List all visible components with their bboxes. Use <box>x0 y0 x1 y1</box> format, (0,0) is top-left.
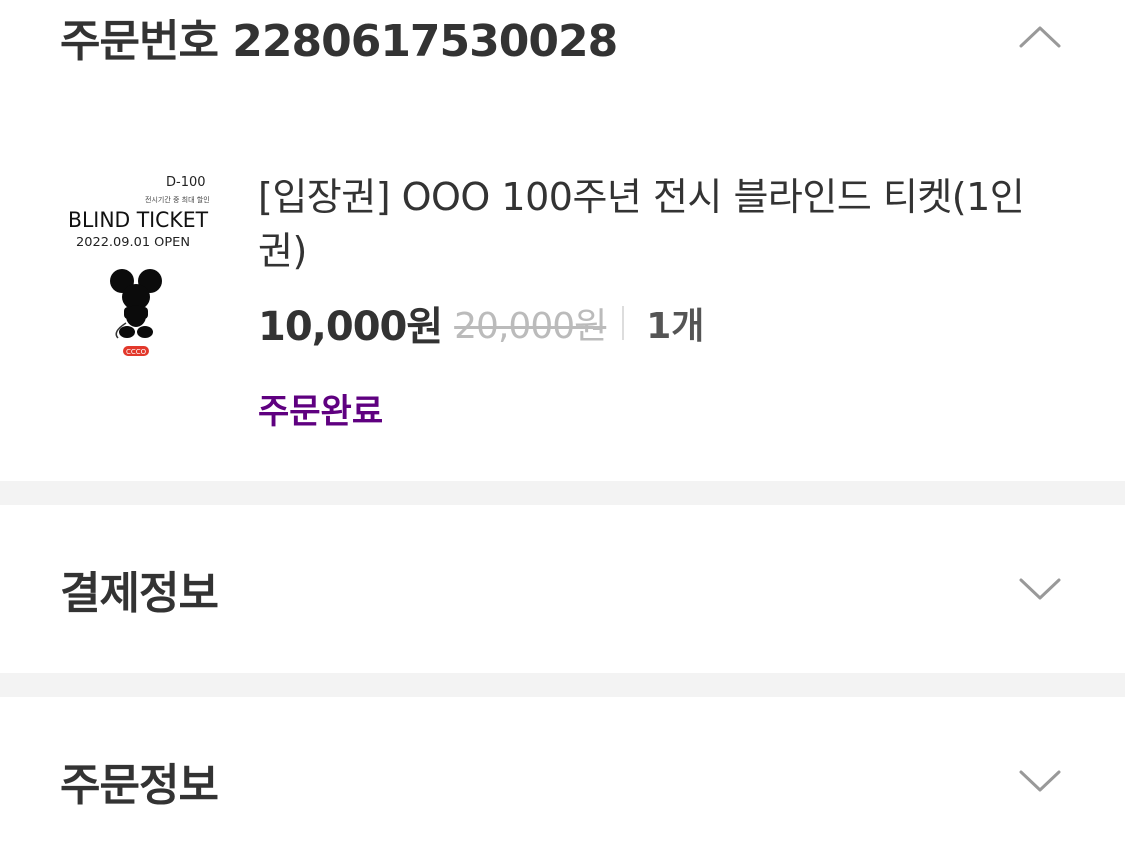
sale-price: 10,000원 <box>258 304 443 350</box>
order-detail-page: 주문번호 2280617530028 D-100 전시기간 중 최대 할인 BL… <box>0 0 1125 844</box>
order-number-title: 주문번호 2280617530028 <box>60 16 618 67</box>
thumb-title: BLIND TICKET <box>68 208 208 232</box>
quantity: 1개 <box>646 306 705 347</box>
thumb-subtitle: 전시기간 중 최대 할인 <box>145 195 210 204</box>
product-name[interactable]: [입장권] OOO 100주년 전시 블라인드 티켓(1인권) <box>258 170 1068 278</box>
thumb-date: 2022.09.01 OPEN <box>76 235 190 249</box>
mouse-silhouette-icon <box>110 269 162 339</box>
thumb-logo: CCCO <box>123 346 149 356</box>
chevron-up-icon[interactable] <box>1015 17 1065 57</box>
product-thumbnail[interactable]: D-100 전시기간 중 최대 할인 BLIND TICKET 2022.09.… <box>60 160 215 370</box>
original-price: 20,000원 <box>454 306 607 347</box>
payment-info-title: 결제정보 <box>60 568 219 619</box>
order-info-header[interactable]: 주문정보 <box>0 748 1125 814</box>
thumb-dday: D-100 <box>166 175 206 190</box>
price-row: 10,000원 20,000원 1개 <box>258 296 704 350</box>
order-number-header[interactable]: 주문번호 2280617530028 <box>0 4 1125 70</box>
order-status: 주문완료 <box>258 392 384 432</box>
section-divider <box>0 481 1125 505</box>
section-divider <box>0 673 1125 697</box>
chevron-down-icon[interactable] <box>1015 761 1065 801</box>
order-info-title: 주문정보 <box>60 760 219 811</box>
price-quantity-divider <box>622 306 625 340</box>
payment-info-header[interactable]: 결제정보 <box>0 556 1125 622</box>
chevron-down-icon[interactable] <box>1015 569 1065 609</box>
svg-text:CCCO: CCCO <box>126 348 147 356</box>
